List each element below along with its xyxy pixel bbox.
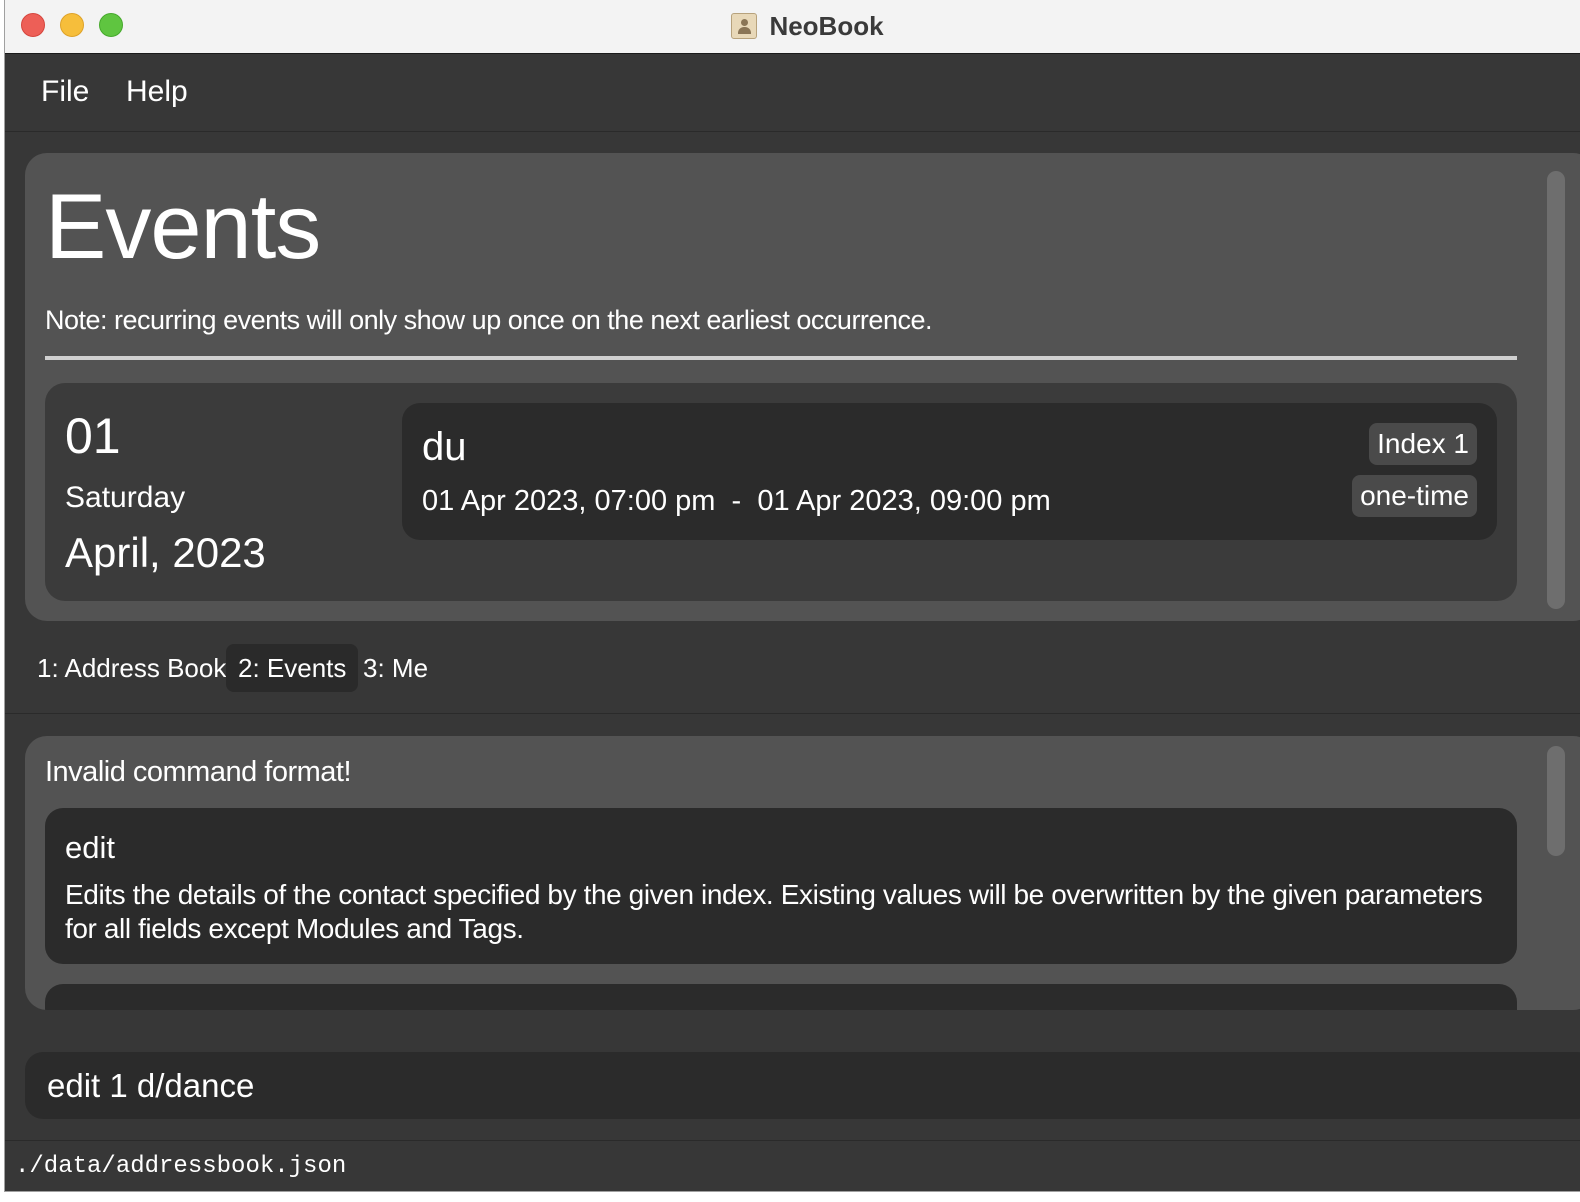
contact-book-icon xyxy=(731,13,758,39)
month-year: April, 2023 xyxy=(65,529,266,576)
command-help-card xyxy=(45,984,1517,1010)
command-input[interactable] xyxy=(25,1052,1580,1119)
day-number: 01 xyxy=(65,408,121,464)
event-name: du xyxy=(422,425,467,469)
events-note: Note: recurring events will only show up… xyxy=(45,305,932,335)
tab-bar: 1: Address Book 2: Events 3: Me xyxy=(5,640,1580,714)
event-card[interactable]: du 01 Apr 2023, 07:00 pm - 01 Apr 2023, … xyxy=(402,403,1497,540)
menu-help[interactable]: Help xyxy=(126,75,188,109)
data-file-path: ./data/addressbook.json xyxy=(15,1153,347,1180)
tab-address-book[interactable]: 1: Address Book xyxy=(25,644,238,692)
event-index-badge: Index 1 xyxy=(1369,423,1477,465)
app-window: NeoBook File Help Events Note: recurring… xyxy=(4,0,1580,1192)
divider xyxy=(45,356,1517,360)
event-recurrence-badge: one-time xyxy=(1352,475,1477,517)
status-bar: ./data/addressbook.json xyxy=(5,1140,1580,1191)
result-message: Invalid command format! xyxy=(45,756,352,788)
events-scrollbar[interactable] xyxy=(1547,171,1565,609)
help-command-name: edit xyxy=(65,830,115,865)
weekday: Saturday xyxy=(65,481,186,514)
title-bar[interactable]: NeoBook xyxy=(5,0,1580,54)
events-heading: Events xyxy=(45,176,321,278)
event-day-card: 01 Saturday April, 2023 du 01 Apr 2023, … xyxy=(45,383,1517,601)
events-panel: Events Note: recurring events will only … xyxy=(25,153,1580,621)
tab-events[interactable]: 2: Events xyxy=(226,644,359,692)
help-command-description: Edits the details of the contact specifi… xyxy=(65,879,1483,944)
result-scrollbar[interactable] xyxy=(1547,746,1565,856)
command-help-card: edit Edits the details of the contact sp… xyxy=(45,808,1517,964)
menu-file[interactable]: File xyxy=(41,75,89,109)
event-time-range: 01 Apr 2023, 07:00 pm - 01 Apr 2023, 09:… xyxy=(422,485,1051,517)
window-title: NeoBook xyxy=(769,10,884,41)
menu-bar: File Help xyxy=(5,55,1580,132)
result-panel: Invalid command format! edit Edits the d… xyxy=(25,736,1580,1010)
tab-me[interactable]: 3: Me xyxy=(351,644,440,692)
